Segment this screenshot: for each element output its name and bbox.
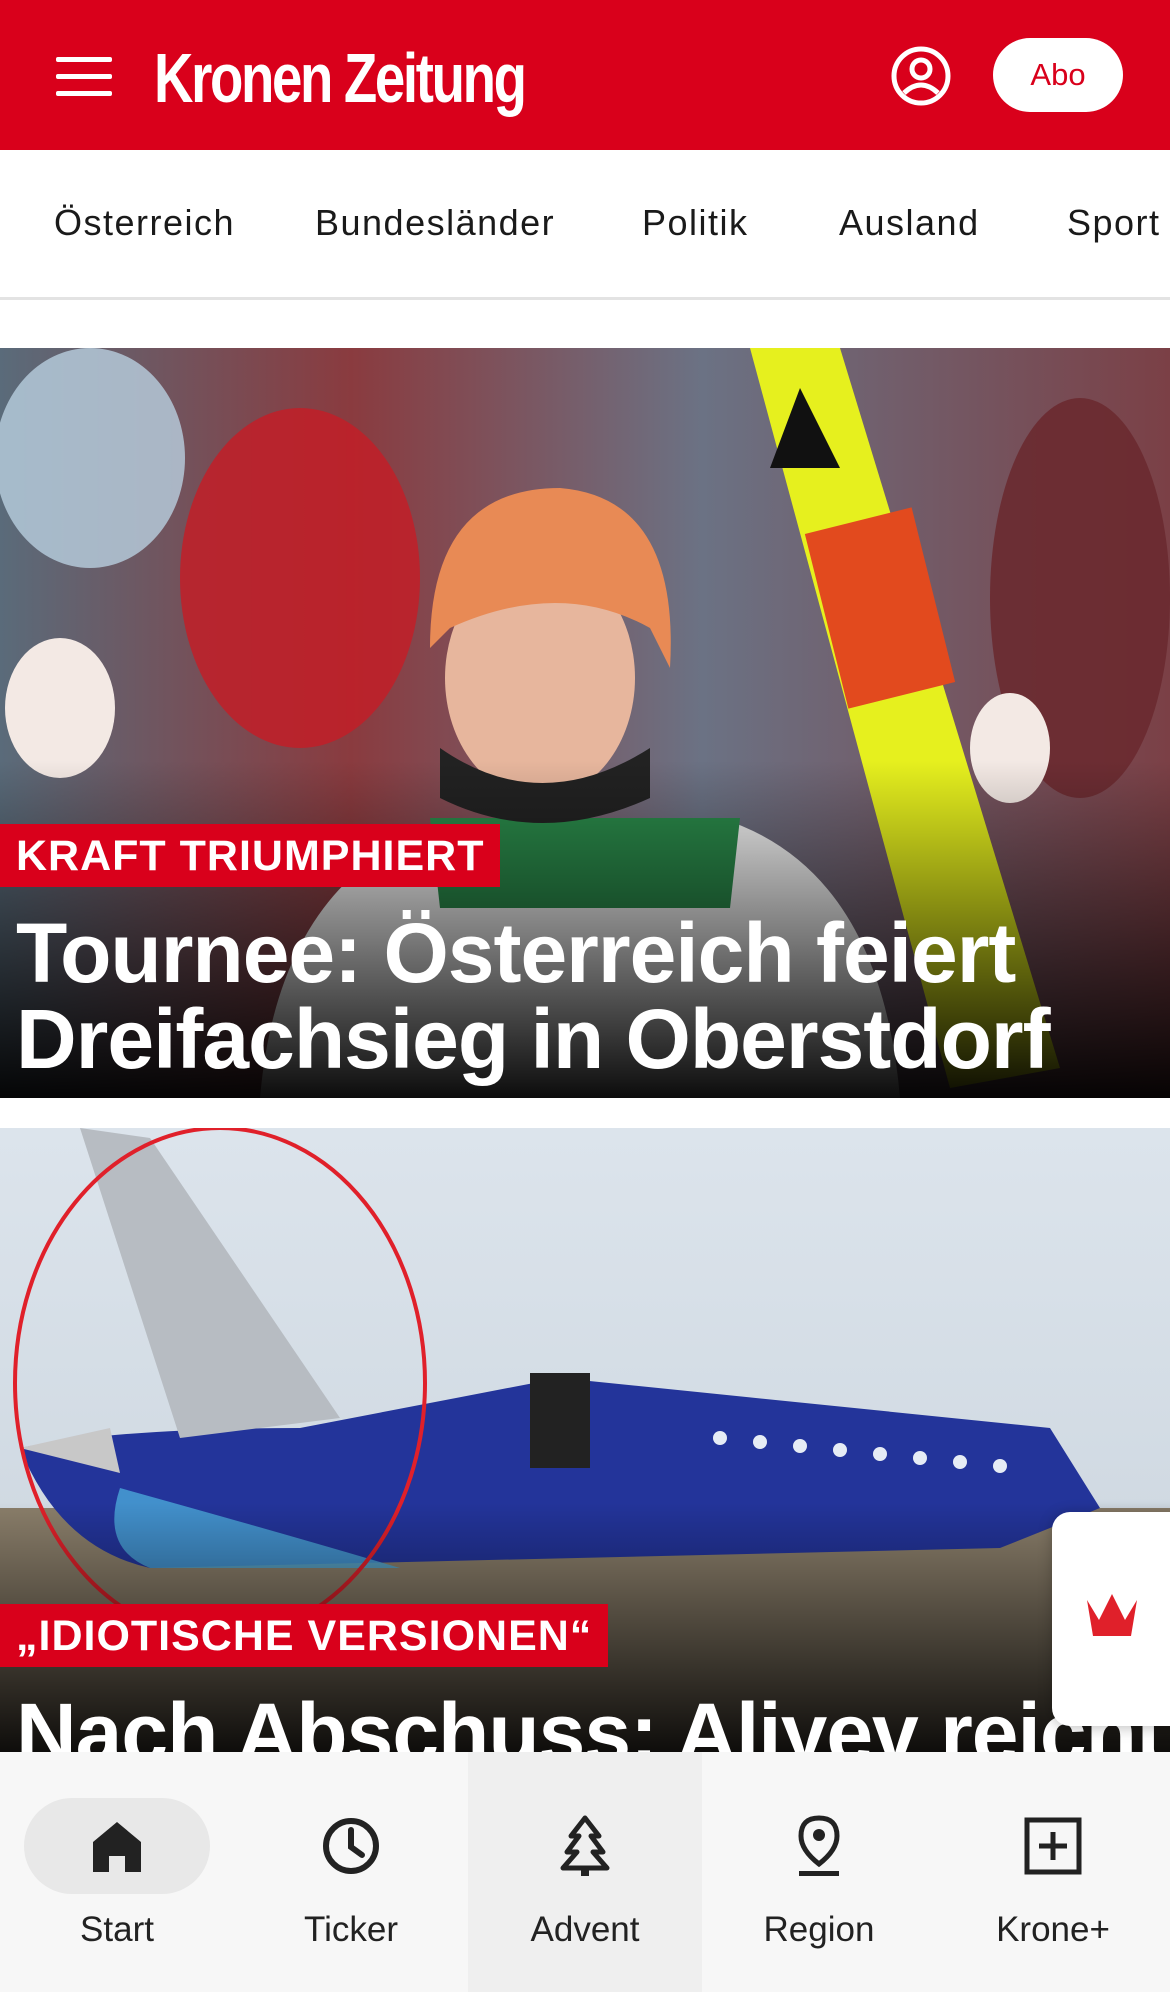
- app-header: Kronen Zeitung Abo: [0, 0, 1170, 150]
- category-oesterreich[interactable]: Österreich: [54, 202, 235, 244]
- category-bundeslaender[interactable]: Bundesländer: [315, 202, 555, 244]
- nav-advent[interactable]: Advent: [468, 1752, 702, 1992]
- article-kicker: KRAFT TRIUMPHIERT: [0, 824, 501, 887]
- krone-floating-button[interactable]: [1052, 1512, 1170, 1726]
- nav-region[interactable]: Region: [702, 1752, 936, 1992]
- category-politik[interactable]: Politik: [642, 202, 749, 244]
- nav-label: Krone+: [996, 1910, 1110, 1949]
- article-headline[interactable]: Dreifachsieg in Oberstdorf: [16, 996, 1051, 1082]
- article-card[interactable]: KRAFT TRIUMPHIERT Tournee: Österreich fe…: [0, 348, 1170, 1098]
- category-ausland[interactable]: Ausland: [839, 202, 980, 244]
- abo-button[interactable]: Abo: [993, 38, 1123, 112]
- plus-box-icon: [1024, 1817, 1082, 1875]
- crown-icon: [1087, 1594, 1137, 1636]
- nav-label: Ticker: [304, 1910, 398, 1949]
- logo[interactable]: Kronen Zeitung: [154, 38, 527, 118]
- article-kicker: „IDIOTISCHE VERSIONEN“: [0, 1604, 609, 1667]
- nav-label: Region: [763, 1910, 875, 1949]
- bottom-navigation: Start Ticker Advent Region Krone+: [0, 1752, 1170, 1992]
- nav-krone-plus[interactable]: Krone+: [936, 1752, 1170, 1992]
- nav-start[interactable]: Start: [0, 1752, 234, 1992]
- home-icon: [93, 1822, 141, 1872]
- tree-icon: [560, 1815, 610, 1876]
- article-card[interactable]: „IDIOTISCHE VERSIONEN“ Nach Abschuss: Al…: [0, 1128, 1170, 1752]
- nav-label: Start: [80, 1910, 154, 1949]
- article-headline[interactable]: Tournee: Österreich feiert: [16, 910, 1016, 996]
- category-nav: Österreich Bundesländer Politik Ausland …: [0, 150, 1170, 300]
- hamburger-menu-icon[interactable]: [56, 57, 112, 97]
- user-account-icon[interactable]: [890, 45, 952, 107]
- category-sport[interactable]: Sport: [1067, 202, 1161, 244]
- nav-label: Advent: [530, 1910, 640, 1949]
- article-headline[interactable]: Nach Abschuss: Aliyev reicht: [16, 1690, 1164, 1752]
- clock-icon: [323, 1818, 379, 1874]
- location-pin-icon: [798, 1815, 840, 1876]
- nav-ticker[interactable]: Ticker: [234, 1752, 468, 1992]
